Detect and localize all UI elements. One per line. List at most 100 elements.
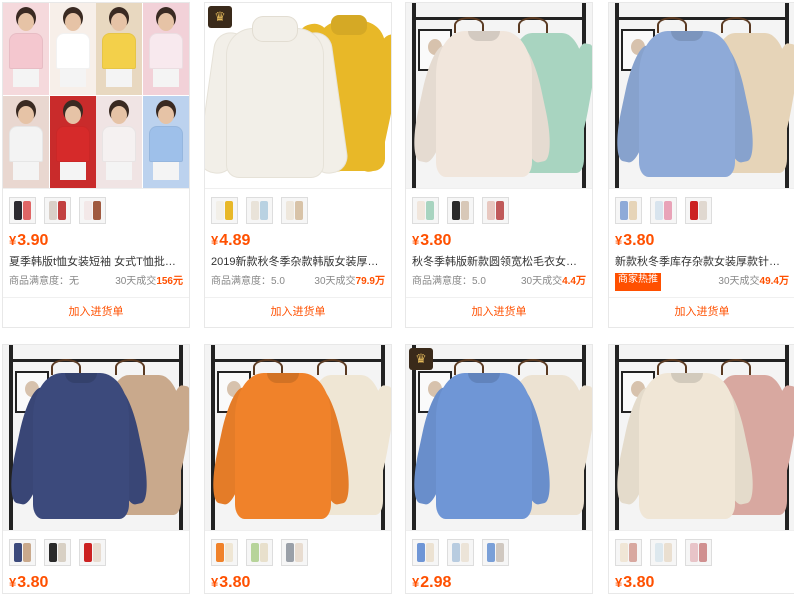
product-card[interactable]: ¥3.80 (608, 344, 794, 594)
color-swatch-thumbnail[interactable] (615, 197, 642, 224)
product-card[interactable]: ♛ ¥4.89 2019新款秋冬季杂款韩版女装厚款针... 商品满意度：5.0 30天成… (204, 2, 392, 328)
price-value: 4.89 (219, 232, 251, 249)
product-image[interactable]: ♛ (205, 3, 391, 189)
crown-icon: ♛ (208, 6, 232, 28)
sales-label: 30天成交 (314, 276, 356, 287)
product-image[interactable]: ♛ (406, 345, 592, 531)
sales-value: 156元 (156, 276, 183, 287)
product-meta: 商家热推 30天成交49.4万 (609, 273, 794, 291)
color-swatch-thumbnail[interactable] (211, 539, 238, 566)
price: ¥2.98 (406, 571, 592, 593)
product-image[interactable] (406, 3, 592, 189)
product-meta: 商品满意度：5.0 30天成交79.9万 (205, 273, 391, 291)
product-card[interactable]: ¥3.90 夏季韩版t恤女装短袖 女式T恤批发 便... 商品满意度：无 30天成交1… (2, 2, 190, 328)
sales-value: 49.4万 (759, 276, 789, 287)
satisfaction-score: 商品满意度：5.0 (412, 276, 486, 287)
product-image[interactable] (609, 3, 794, 189)
color-swatch-thumbnail[interactable] (44, 197, 71, 224)
color-swatch-thumbnail[interactable] (447, 539, 474, 566)
add-to-purchase-list-button[interactable]: 加入进货单 (3, 297, 189, 327)
product-image[interactable] (609, 345, 794, 531)
color-swatch-thumbnail[interactable] (44, 539, 71, 566)
color-swatch-thumbnail[interactable] (211, 197, 238, 224)
product-image[interactable] (205, 345, 391, 531)
product-card[interactable]: ¥3.80 新款秋冬季库存杂款女装厚款针织毛... 商家热推 30天成交49.4万 加入… (608, 2, 794, 328)
color-swatches (609, 189, 794, 229)
color-swatch-thumbnail[interactable] (246, 539, 273, 566)
sales-volume: 30天成交156元 (115, 273, 183, 291)
model-photo (142, 96, 189, 188)
model-photo (96, 96, 142, 188)
currency-symbol: ¥ (211, 575, 219, 590)
price-value: 3.80 (623, 574, 655, 591)
color-swatch-thumbnail[interactable] (482, 539, 509, 566)
product-card[interactable]: ¥3.80 (2, 344, 190, 594)
color-swatch-thumbnail[interactable] (79, 197, 106, 224)
currency-symbol: ¥ (9, 575, 17, 590)
color-swatches (205, 189, 391, 229)
color-swatch-thumbnail[interactable] (9, 197, 36, 224)
color-swatch-thumbnail[interactable] (685, 539, 712, 566)
model-photo (3, 3, 49, 95)
sales-volume: 30天成交49.4万 (718, 273, 789, 291)
product-image[interactable] (3, 345, 189, 531)
price: ¥3.80 (3, 571, 189, 593)
product-title[interactable]: 新款秋冬季库存杂款女装厚款针织毛... (609, 251, 794, 273)
price-value: 3.80 (219, 574, 251, 591)
color-swatch-thumbnail[interactable] (412, 197, 439, 224)
sales-volume: 30天成交79.9万 (314, 273, 385, 291)
currency-symbol: ¥ (615, 575, 623, 590)
model-photo (96, 3, 142, 95)
add-to-purchase-list-button[interactable]: 加入进货单 (609, 297, 794, 327)
price: ¥3.80 (609, 229, 794, 251)
color-swatch-thumbnail[interactable] (281, 197, 308, 224)
color-swatches (406, 531, 592, 571)
color-swatch-thumbnail[interactable] (412, 539, 439, 566)
satisfaction-score: 商品满意度：5.0 (211, 276, 285, 287)
product-card[interactable]: ¥3.80 秋冬季韩版新款圆领宽松毛衣女装针... 商品满意度：5.0 30天成交4.… (405, 2, 593, 328)
currency-symbol: ¥ (211, 233, 219, 248)
color-swatch-thumbnail[interactable] (650, 539, 677, 566)
sales-value: 4.4万 (562, 276, 586, 287)
product-meta: 商品满意度：无 30天成交156元 (3, 273, 189, 291)
color-swatches (205, 531, 391, 571)
color-swatch-thumbnail[interactable] (9, 539, 36, 566)
color-swatches (609, 531, 794, 571)
price-value: 2.98 (420, 574, 452, 591)
color-swatch-thumbnail[interactable] (281, 539, 308, 566)
add-to-purchase-list-button[interactable]: 加入进货单 (205, 297, 391, 327)
product-card[interactable]: ♛ ¥2.98 (405, 344, 593, 594)
price-value: 3.80 (623, 232, 655, 249)
color-swatch-thumbnail[interactable] (447, 197, 474, 224)
hot-badge: 商家热推 (615, 273, 661, 291)
product-image[interactable] (3, 3, 189, 189)
price: ¥3.80 (406, 229, 592, 251)
color-swatch-thumbnail[interactable] (79, 539, 106, 566)
price: ¥4.89 (205, 229, 391, 251)
sales-value: 79.9万 (355, 276, 385, 287)
color-swatches (3, 189, 189, 229)
model-photo (49, 96, 96, 188)
currency-symbol: ¥ (9, 233, 17, 248)
color-swatch-thumbnail[interactable] (482, 197, 509, 224)
sales-label: 30天成交 (115, 276, 157, 287)
price-value: 3.80 (17, 574, 49, 591)
currency-symbol: ¥ (615, 233, 623, 248)
color-swatch-thumbnail[interactable] (615, 539, 642, 566)
color-swatch-thumbnail[interactable] (246, 197, 273, 224)
price-value: 3.90 (17, 232, 49, 249)
product-title[interactable]: 2019新款秋冬季杂款韩版女装厚款针... (205, 251, 391, 273)
color-swatch-thumbnail[interactable] (650, 197, 677, 224)
currency-symbol: ¥ (412, 575, 420, 590)
add-to-purchase-list-button[interactable]: 加入进货单 (406, 297, 592, 327)
product-title[interactable]: 夏季韩版t恤女装短袖 女式T恤批发 便... (3, 251, 189, 273)
model-photo (142, 3, 189, 95)
color-swatches (3, 531, 189, 571)
price: ¥3.80 (205, 571, 391, 593)
product-title[interactable]: 秋冬季韩版新款圆领宽松毛衣女装针... (406, 251, 592, 273)
satisfaction-score: 商品满意度：无 (9, 276, 79, 287)
model-photo (49, 3, 96, 95)
product-card[interactable]: ¥3.80 (204, 344, 392, 594)
color-swatch-thumbnail[interactable] (685, 197, 712, 224)
product-meta: 商品满意度：5.0 30天成交4.4万 (406, 273, 592, 291)
